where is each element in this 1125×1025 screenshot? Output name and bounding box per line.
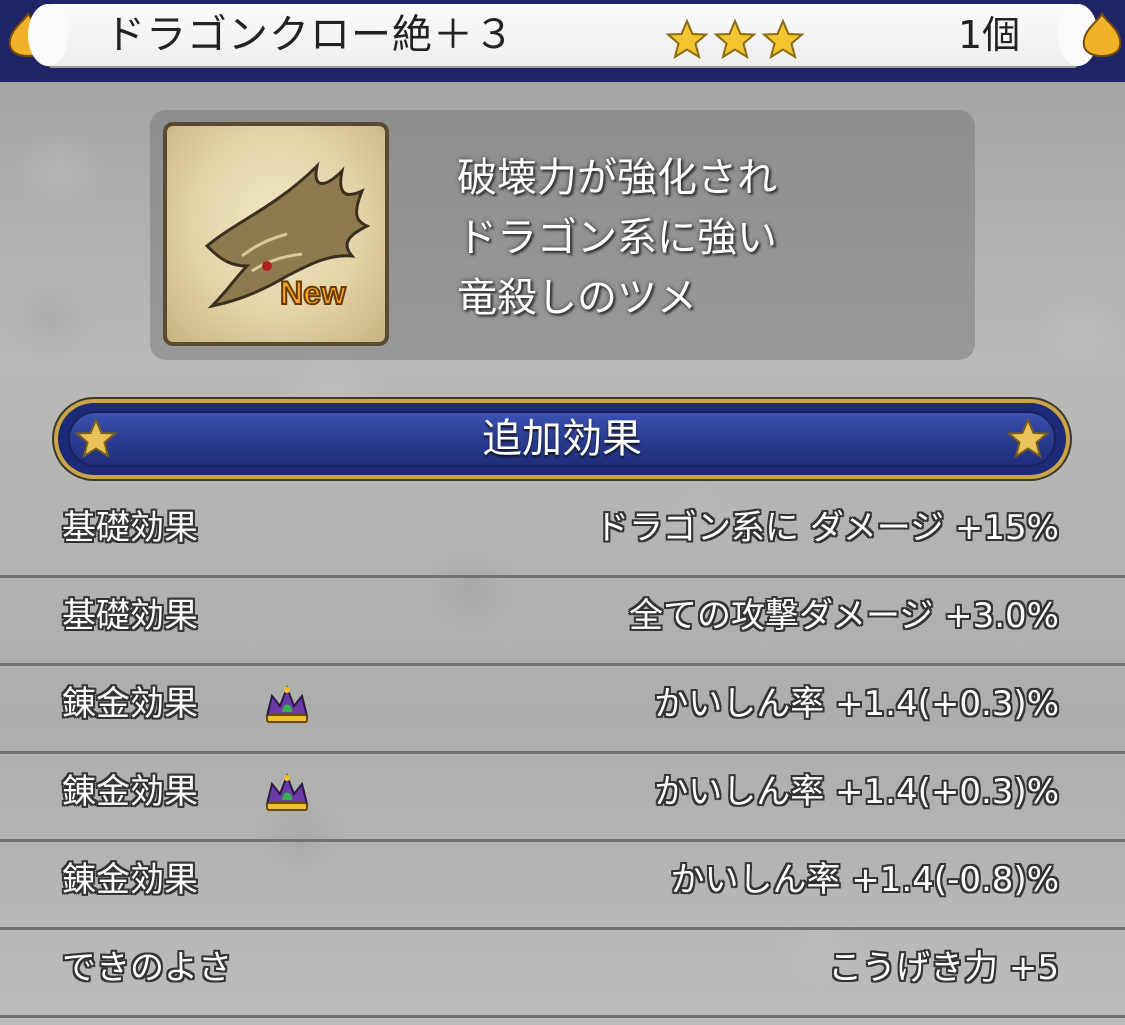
item-name: ドラゴンクロー絶＋３ [105, 12, 515, 58]
effect-value: かいしん率 +1.4(-0.8)% [670, 860, 1059, 900]
dragon-claw-icon [204, 161, 371, 309]
additional-effects-banner: 追加効果 [58, 403, 1066, 475]
star-icon [713, 18, 757, 60]
section-title: 追加効果 [482, 416, 642, 462]
effect-row: 錬金効果 かいしん率 +1.4(+0.3)% [0, 752, 1125, 842]
description-line: 破壊力が強化され [457, 155, 777, 201]
effect-row: できのよさ こうげき力 +5 [0, 928, 1125, 1018]
effect-row: 基礎効果 ドラゴン系に ダメージ +15% [0, 488, 1125, 578]
effect-label: 錬金効果 [62, 772, 198, 812]
effect-label: 錬金効果 [62, 860, 198, 900]
description-line: 竜殺しのツメ [457, 275, 697, 321]
effect-row: 錬金効果 かいしん率 +1.4(+0.3)% [0, 664, 1125, 754]
effect-value: 全ての攻撃ダメージ +3.0% [629, 596, 1059, 636]
slime-icon [1082, 11, 1122, 58]
rarity-stars [665, 18, 805, 62]
effect-value: かいしん率 +1.4(+0.3)% [654, 772, 1059, 812]
crown-icon [265, 773, 309, 811]
new-badge: New [279, 274, 347, 312]
effect-row: 錬金効果 かいしん率 +1.4(-0.8)% [0, 840, 1125, 930]
effect-label: 錬金効果 [62, 684, 198, 724]
item-quantity: 1個 [958, 13, 1021, 57]
effect-value: ドラゴン系に ダメージ +15% [595, 508, 1059, 548]
star-icon [665, 18, 709, 60]
star-icon [761, 18, 805, 60]
effect-value: こうげき力 +5 [828, 948, 1059, 988]
effect-label: 基礎効果 [62, 508, 198, 548]
effect-value: かいしん率 +1.4(+0.3)% [654, 684, 1059, 724]
item-description: 破壊力が強化され ドラゴン系に強い 竜殺しのツメ [457, 148, 777, 328]
item-title-bar: ドラゴンクロー絶＋３ 1個 [0, 0, 1125, 82]
effect-label: できのよさ [62, 948, 232, 988]
crown-icon [265, 685, 309, 723]
effect-label: 基礎効果 [62, 596, 198, 636]
star-icon [1006, 417, 1050, 459]
item-icon-frame[interactable] [163, 122, 389, 346]
description-line: ドラゴン系に強い [457, 215, 777, 261]
effect-row: 基礎効果 全ての攻撃ダメージ +3.0% [0, 576, 1125, 666]
